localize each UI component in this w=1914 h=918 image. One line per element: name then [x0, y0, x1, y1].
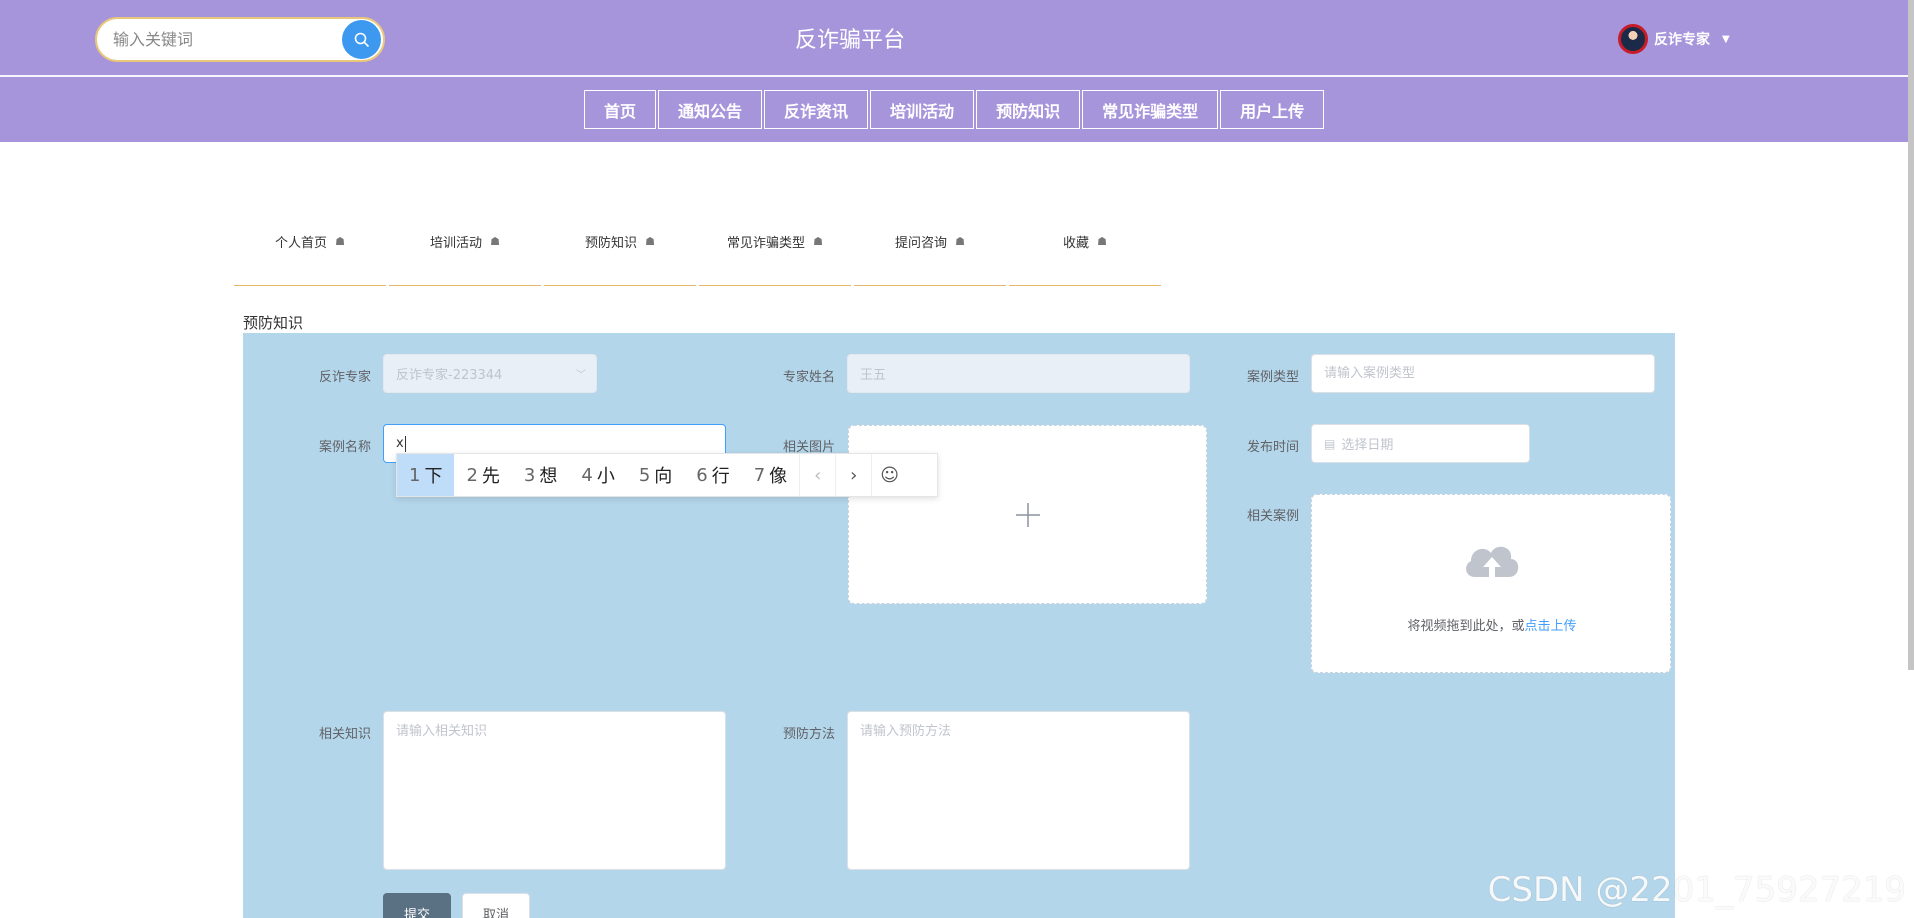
scrollbar[interactable]: [1908, 0, 1914, 670]
header: 反诈骗平台 反诈专家 ▼ 首页 通知公告 反诈资讯 培训活动 预防知识 常见诈骗…: [0, 0, 1914, 142]
subtab-training[interactable]: 培训活动 ☗: [389, 198, 541, 286]
ime-candidate-bar: 1下 2先 3想 4小 5向 6行 7像 ‹ › ☺: [396, 453, 938, 497]
home-icon: ☗: [490, 235, 500, 248]
calendar-icon: ▤: [1324, 436, 1336, 451]
user-name: 反诈专家: [1654, 32, 1710, 48]
date-placeholder: 选择日期: [1341, 438, 1394, 453]
case-type-label: 案例类型: [1246, 370, 1299, 385]
form-panel: 反诈专家 反诈专家-223344 ﹀ 专家姓名 王五 案例类型 案例名称 x 相…: [243, 333, 1675, 918]
image-upload[interactable]: [848, 425, 1207, 604]
video-upload[interactable]: 将视频拖到此处，或点击上传: [1311, 494, 1671, 673]
home-icon: ☗: [645, 235, 655, 248]
subtab-label: 收藏: [1063, 236, 1090, 251]
upload-text: 将视频拖到此处，或: [1407, 619, 1525, 634]
text-cursor: [404, 435, 406, 452]
publish-date-picker[interactable]: ▤ 选择日期: [1311, 424, 1530, 463]
subtab-label: 个人首页: [275, 236, 328, 251]
expert-name-field[interactable]: 王五: [847, 354, 1190, 393]
expert-label: 反诈专家: [318, 370, 371, 385]
nav-item-training[interactable]: 培训活动: [870, 90, 975, 129]
chevron-left-icon[interactable]: ‹: [799, 454, 835, 496]
nav-item-news[interactable]: 反诈资讯: [764, 90, 869, 129]
cancel-button[interactable]: 取消: [462, 893, 530, 918]
ime-candidate[interactable]: 4小: [569, 454, 626, 496]
subtab-consult[interactable]: 提问咨询 ☗: [854, 198, 1006, 286]
ime-candidate[interactable]: 1下: [397, 454, 455, 496]
main-nav: 首页 通知公告 反诈资讯 培训活动 预防知识 常见诈骗类型 用户上传: [584, 90, 1326, 129]
knowledge-field[interactable]: [383, 711, 726, 870]
ime-candidate[interactable]: 2先: [454, 454, 511, 496]
knowledge-label: 相关知识: [318, 727, 371, 742]
caret-down-icon: ▼: [1722, 33, 1730, 45]
nav-item-prevention[interactable]: 预防知识: [976, 90, 1081, 129]
sub-tabs: 个人首页 ☗ 培训活动 ☗ 预防知识 ☗ 常见诈骗类型 ☗ 提问咨询 ☗ 收藏 ☗: [234, 198, 1164, 286]
submit-button[interactable]: 提交: [383, 893, 451, 918]
case-type-field[interactable]: [1311, 354, 1655, 393]
nav-item-upload[interactable]: 用户上传: [1220, 90, 1325, 129]
subtab-label: 培训活动: [430, 236, 483, 251]
home-icon: ☗: [813, 235, 823, 248]
knowledge-textarea[interactable]: [396, 712, 725, 869]
user-menu[interactable]: 反诈专家 ▼: [1618, 24, 1730, 54]
nav-item-notice[interactable]: 通知公告: [658, 90, 763, 129]
plus-icon: [1016, 503, 1040, 527]
subtab-favorites[interactable]: 收藏 ☗: [1009, 198, 1161, 286]
ime-candidate[interactable]: 3想: [512, 454, 569, 496]
chevron-right-icon[interactable]: ›: [835, 454, 871, 496]
expert-value: 反诈专家-223344: [396, 368, 503, 383]
ime-candidate[interactable]: 5向: [627, 454, 684, 496]
method-textarea[interactable]: [860, 712, 1189, 869]
watermark: CSDN @2201_75927219: [1487, 870, 1906, 910]
case-name-value: x: [396, 436, 404, 451]
site-title: 反诈骗平台: [794, 28, 905, 53]
case-name-label: 案例名称: [318, 440, 371, 455]
nav-item-home[interactable]: 首页: [584, 90, 657, 129]
nav-item-fraud-types[interactable]: 常见诈骗类型: [1082, 90, 1219, 129]
ime-candidate[interactable]: 6行: [684, 454, 741, 496]
upload-hint: 将视频拖到此处，或点击上传: [1312, 615, 1672, 634]
subtab-label: 预防知识: [585, 236, 638, 251]
ime-candidate[interactable]: 7像: [742, 454, 799, 496]
publish-time-label: 发布时间: [1246, 440, 1299, 455]
subtab-label: 常见诈骗类型: [727, 236, 806, 251]
emoji-icon[interactable]: ☺: [871, 454, 907, 496]
related-case-label: 相关案例: [1246, 509, 1299, 524]
home-icon: ☗: [955, 235, 965, 248]
method-field[interactable]: [847, 711, 1190, 870]
avatar: [1618, 24, 1648, 54]
chevron-down-icon: ﹀: [576, 370, 586, 381]
case-type-input[interactable]: [1324, 355, 1654, 392]
home-icon: ☗: [335, 235, 345, 248]
cloud-upload-icon: [1466, 546, 1519, 579]
subtab-home[interactable]: 个人首页 ☗: [234, 198, 386, 286]
home-icon: ☗: [1097, 235, 1107, 248]
method-label: 预防方法: [782, 727, 835, 742]
expert-select[interactable]: 反诈专家-223344 ﹀: [383, 354, 597, 393]
expert-name-label: 专家姓名: [782, 370, 835, 385]
section-title: 预防知识: [243, 314, 304, 332]
expert-name-value: 王五: [860, 368, 887, 383]
upload-link[interactable]: 点击上传: [1525, 619, 1577, 634]
subtab-fraud-types[interactable]: 常见诈骗类型 ☗: [699, 198, 851, 286]
header-divider: [0, 75, 1914, 77]
subtab-label: 提问咨询: [895, 236, 948, 251]
subtab-prevention[interactable]: 预防知识 ☗: [544, 198, 696, 286]
